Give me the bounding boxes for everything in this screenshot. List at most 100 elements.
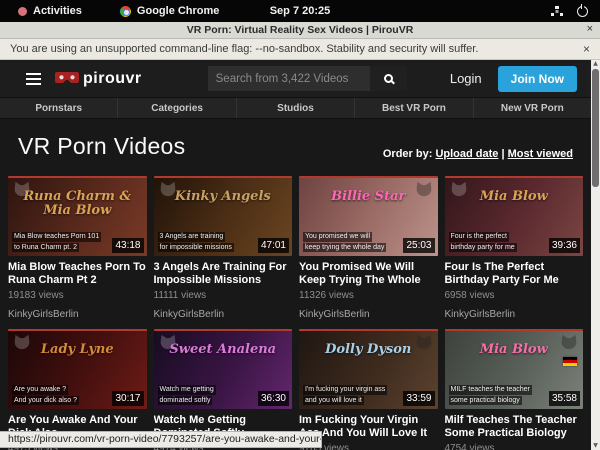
thumb-caption: Four is the perfect birthday party for m… [449, 232, 517, 252]
vr-goggles-icon [55, 72, 79, 85]
video-title: You Promised We Will Keep Trying The Who… [299, 261, 438, 286]
video-thumbnail: Mia Blow MILF teaches the teacher some p… [445, 329, 584, 409]
menu-hamburger-icon[interactable] [26, 73, 41, 85]
page-scrollbar[interactable]: ▲ ▼ [591, 60, 600, 450]
network-icon[interactable] [551, 6, 563, 16]
site-logo[interactable]: pirouvr [55, 70, 142, 88]
focused-app-menu[interactable]: Google Chrome [120, 5, 220, 17]
tab-close-icon[interactable]: × [587, 23, 593, 35]
duration-badge: 43:18 [112, 238, 143, 253]
thumb-caption: MILF teaches the teacher some practical … [449, 385, 532, 405]
video-thumbnail: Dolly Dyson I'm fucking your virgin ass … [299, 329, 438, 409]
power-icon[interactable] [577, 6, 588, 17]
view-count: 19183 views [8, 290, 147, 301]
thumb-caption: Are you awake ? And your dick also ? [12, 385, 79, 405]
chrome-icon [120, 6, 131, 17]
caption-line: MILF teaches the teacher [449, 385, 532, 394]
view-count: 11326 views [299, 290, 438, 301]
caption-line: Are you awake ? [12, 385, 68, 394]
thumb-overlay-name: Mia Blow [445, 190, 584, 204]
studio-link[interactable]: KinkyGirlsBerlin [8, 309, 147, 321]
order-separator: | [501, 148, 504, 160]
video-thumbnail: Billie Star You promised we will keep tr… [299, 176, 438, 256]
clock[interactable]: Sep 7 20:25 [0, 5, 600, 17]
thumb-overlay-name: Kinky Angels [154, 190, 293, 204]
video-thumbnail: Lady Lyne Are you awake ? And your dick … [8, 329, 147, 409]
thumb-overlay-name: Billie Star [299, 190, 438, 204]
search-button[interactable] [370, 66, 407, 91]
order-link-most-viewed[interactable]: Most viewed [508, 148, 573, 160]
caption-line: birthday party for me [449, 243, 517, 252]
order-by-label: Order by: [383, 148, 433, 160]
studio-link[interactable]: KinkyGirlsBerlin [445, 309, 584, 321]
duration-badge: 25:03 [403, 238, 434, 253]
system-top-bar: Activities Google Chrome Sep 7 20:25 [0, 0, 600, 22]
caption-line: And your dick also ? [12, 396, 79, 405]
video-card[interactable]: Mia Blow MILF teaches the teacher some p… [445, 329, 584, 450]
view-count: 11111 views [154, 290, 293, 301]
thumb-overlay-name: Sweet Analena [154, 343, 293, 357]
thumb-caption: You promised we will keep trying the who… [303, 232, 386, 252]
nav-item-categories[interactable]: Categories [118, 98, 236, 118]
join-now-button[interactable]: Join Now [498, 66, 577, 92]
thumb-caption: Watch me getting dominated softly [158, 385, 216, 405]
login-link[interactable]: Login [450, 71, 482, 86]
video-card[interactable]: Mia Blow Four is the perfect birthday pa… [445, 176, 584, 321]
thumb-caption: I'm fucking your virgin ass and you will… [303, 385, 387, 405]
caption-line: I'm fucking your virgin ass [303, 385, 387, 394]
nav-item-studios[interactable]: Studios [237, 98, 355, 118]
nav-item-best-vr-porn[interactable]: Best VR Porn [355, 98, 473, 118]
duration-badge: 33:59 [403, 391, 434, 406]
video-title: Milf Teaches The Teacher Some Practical … [445, 414, 584, 439]
thumb-overlay-name: Runa Charm & Mia Blow [8, 190, 147, 217]
search-icon [384, 74, 393, 83]
caption-line: for impossible missions [158, 243, 234, 252]
main-nav: Pornstars Categories Studios Best VR Por… [0, 97, 591, 119]
caption-line: Four is the perfect [449, 232, 509, 241]
video-card[interactable]: Runa Charm & Mia Blow Mia Blow teaches P… [8, 176, 147, 321]
search-bar [208, 66, 407, 91]
activities-button[interactable]: Activities [18, 5, 82, 17]
search-input[interactable] [208, 66, 370, 91]
duration-badge: 47:01 [258, 238, 289, 253]
video-thumbnail: Runa Charm & Mia Blow Mia Blow teaches P… [8, 176, 147, 256]
german-flag-icon [563, 357, 577, 366]
app-name-label: Google Chrome [137, 5, 220, 17]
video-card[interactable]: Billie Star You promised we will keep tr… [299, 176, 438, 321]
order-link-upload-date[interactable]: Upload date [435, 148, 498, 160]
chrome-warning-bar: You are using an unsupported command-lin… [0, 39, 600, 60]
thumb-overlay-name: Dolly Dyson [299, 343, 438, 357]
duration-badge: 30:17 [112, 391, 143, 406]
studio-link[interactable]: KinkyGirlsBerlin [299, 309, 438, 321]
thumb-overlay-name: Mia Blow [445, 343, 584, 357]
caption-line: You promised we will [303, 232, 372, 241]
caption-line: Watch me getting [158, 385, 216, 394]
caption-line: 3 Angels are training [158, 232, 226, 241]
scrollbar-thumb[interactable] [592, 69, 599, 187]
scroll-down-icon[interactable]: ▼ [591, 442, 600, 450]
browser-viewport: pirouvr Login Join Now Pornstars Categor… [0, 60, 600, 450]
nav-item-new-vr-porn[interactable]: New VR Porn [474, 98, 591, 118]
duration-badge: 36:30 [258, 391, 289, 406]
video-thumbnail: Sweet Analena Watch me getting dominated… [154, 329, 293, 409]
status-url-bar: https://pirouvr.com/vr-porn-video/779325… [0, 431, 322, 448]
window-title-bar: VR Porn: Virtual Reality Sex Videos | Pi… [0, 22, 600, 39]
duration-badge: 39:36 [549, 238, 580, 253]
scroll-up-icon[interactable]: ▲ [591, 60, 600, 68]
caption-line: Mia Blow teaches Porn 101 [12, 232, 101, 241]
video-title: Four Is The Perfect Birthday Party For M… [445, 261, 584, 286]
view-count: 4754 views [445, 443, 584, 450]
recording-dot-icon [18, 7, 27, 16]
thumb-caption: 3 Angels are training for impossible mis… [158, 232, 234, 252]
order-by-controls: Order by: Upload date | Most viewed [383, 148, 573, 160]
tab-title: VR Porn: Virtual Reality Sex Videos | Pi… [187, 24, 414, 36]
caption-line: keep trying the whole day [303, 243, 386, 252]
warning-close-icon[interactable]: × [583, 42, 590, 56]
video-thumbnail: Kinky Angels 3 Angels are training for i… [154, 176, 293, 256]
studio-link[interactable]: KinkyGirlsBerlin [154, 309, 293, 321]
video-grid: Runa Charm & Mia Blow Mia Blow teaches P… [8, 176, 583, 450]
video-card[interactable]: Kinky Angels 3 Angels are training for i… [154, 176, 293, 321]
duration-badge: 35:58 [549, 391, 580, 406]
video-title: 3 Angels Are Training For Impossible Mis… [154, 261, 293, 286]
nav-item-pornstars[interactable]: Pornstars [0, 98, 118, 118]
